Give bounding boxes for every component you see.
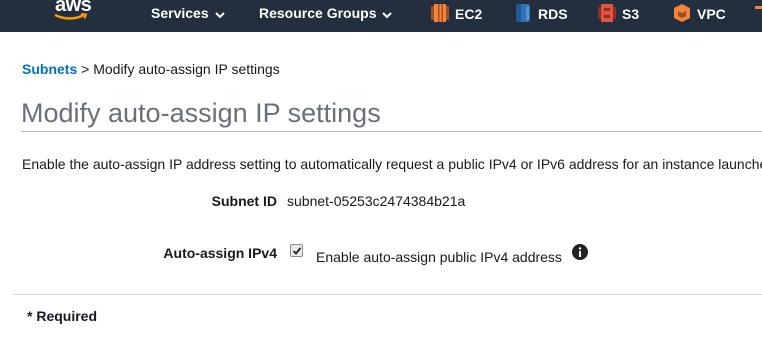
overflow-service-icon[interactable] xyxy=(755,4,762,14)
rds-icon xyxy=(516,4,530,22)
resource-groups-menu-label: Resource Groups xyxy=(259,5,377,21)
resource-groups-menu[interactable]: Resource Groups xyxy=(259,5,394,22)
s3-label: S3 xyxy=(622,6,640,22)
auto-assign-ipv4-option-label[interactable]: Enable auto-assign public IPv4 address xyxy=(316,249,562,265)
form-divider xyxy=(12,294,762,295)
required-note: * Required xyxy=(27,308,98,324)
vpc-label: VPC xyxy=(697,6,726,22)
breadcrumb-current: Modify auto-assign IP settings xyxy=(93,61,280,77)
ec2-icon xyxy=(431,4,449,22)
auto-assign-ipv4-label: Auto-assign IPv4 xyxy=(163,245,277,261)
rds-label: RDS xyxy=(538,6,568,22)
subnet-id-value: subnet-05253c2474384b21a xyxy=(287,193,466,209)
info-icon[interactable] xyxy=(572,244,588,260)
top-navigation-bar: aws Services Resource Groups EC2 RDS S3 … xyxy=(0,0,762,32)
subnet-id-label: Subnet ID xyxy=(211,193,277,209)
page-title: Modify auto-assign IP settings xyxy=(21,98,381,128)
breadcrumb-separator: > xyxy=(81,61,90,77)
auto-assign-ipv4-checkbox[interactable] xyxy=(290,244,303,257)
chevron-down-icon xyxy=(382,6,394,22)
s3-icon xyxy=(598,4,616,22)
page-description: Enable the auto-assign IP address settin… xyxy=(22,156,762,172)
ec2-label: EC2 xyxy=(455,6,483,22)
breadcrumb: Subnets > Modify auto-assign IP settings xyxy=(22,61,280,77)
breadcrumb-subnets-link[interactable]: Subnets xyxy=(22,61,77,77)
aws-logo[interactable]: aws xyxy=(52,0,98,24)
vpc-icon xyxy=(674,4,690,22)
checkmark-icon xyxy=(292,247,302,255)
title-divider xyxy=(21,131,762,132)
services-menu-label: Services xyxy=(151,5,209,21)
services-menu[interactable]: Services xyxy=(151,5,227,22)
chevron-down-icon xyxy=(214,6,227,22)
aws-smile-icon xyxy=(54,13,88,20)
